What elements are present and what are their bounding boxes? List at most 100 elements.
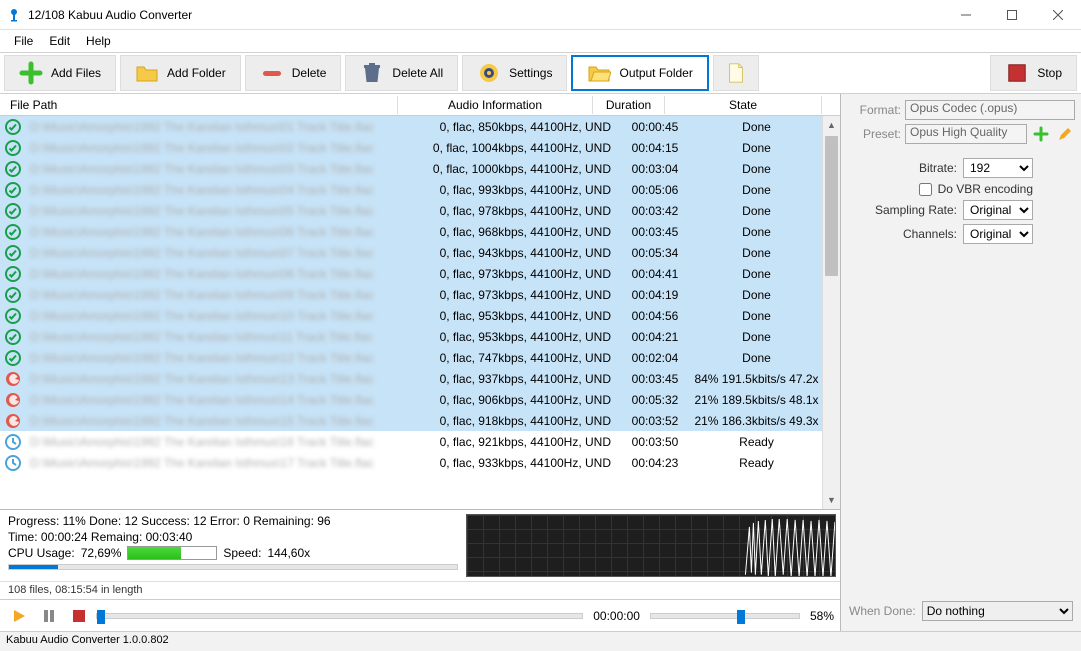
audio-info-cell: 0, flac, 953kbps, 44100Hz, UND [424,309,619,323]
duration-cell: 00:04:19 [619,288,691,302]
menu-file[interactable]: File [8,32,39,50]
close-button[interactable] [1035,0,1081,30]
vbr-checkbox[interactable] [919,183,932,196]
state-cell: Done [691,267,822,281]
file-path-cell: D:\Music\Amorphis\1992 The Karelian Isth… [26,456,424,470]
file-path-cell: D:\Music\Amorphis\1992 The Karelian Isth… [26,162,424,176]
file-list[interactable]: D:\Music\Amorphis\1992 The Karelian Isth… [0,116,840,509]
table-row[interactable]: D:\Music\Amorphis\1992 The Karelian Isth… [0,347,822,368]
col-info-header[interactable]: Audio Information [398,96,593,114]
table-row[interactable]: D:\Music\Amorphis\1992 The Karelian Isth… [0,284,822,305]
table-row[interactable]: D:\Music\Amorphis\1992 The Karelian Isth… [0,410,822,431]
audio-info-cell: 0, flac, 943kbps, 44100Hz, UND [424,246,619,260]
file-path-cell: D:\Music\Amorphis\1992 The Karelian Isth… [26,309,424,323]
file-path-cell: D:\Music\Amorphis\1992 The Karelian Isth… [26,204,424,218]
vertical-scrollbar[interactable]: ▲ ▼ [822,116,840,509]
stop-button[interactable]: Stop [990,55,1077,91]
menu-edit[interactable]: Edit [43,32,76,50]
maximize-button[interactable] [989,0,1035,30]
speed-label: Speed: [223,546,261,560]
state-cell: Done [691,204,822,218]
state-cell: Done [691,351,822,365]
audio-info-cell: 0, flac, 933kbps, 44100Hz, UND [424,456,619,470]
output-folder-button[interactable]: Output Folder [571,55,708,91]
toolbar: Add Files Add Folder Delete Delete All S… [0,52,1081,94]
table-row[interactable]: D:\Music\Amorphis\1992 The Karelian Isth… [0,158,822,179]
playbar: 00:00:00 58% [0,599,840,631]
state-cell: Ready [691,435,822,449]
status-icon [0,329,26,345]
duration-cell: 00:04:41 [619,267,691,281]
window-title: 12/108 Kabuu Audio Converter [28,8,943,22]
audio-info-cell: 0, flac, 850kbps, 44100Hz, UND [424,120,619,134]
scroll-down-icon[interactable]: ▼ [823,491,840,509]
gear-icon [477,61,501,85]
format-select[interactable]: Opus Codec (.opus) [905,100,1075,120]
add-folder-button[interactable]: Add Folder [120,55,241,91]
col-path-header[interactable]: File Path [0,96,398,114]
duration-cell: 00:03:45 [619,225,691,239]
duration-cell: 00:02:04 [619,351,691,365]
cpu-value: 72,69% [81,546,122,560]
time-summary: Time: 00:00:24 Remaing: 00:03:40 [8,530,458,544]
minimize-button[interactable] [943,0,989,30]
whendone-label: When Done: [849,604,916,618]
add-files-button[interactable]: Add Files [4,55,116,91]
preset-label: Preset: [847,127,901,141]
state-cell: Done [691,225,822,239]
audio-info-cell: 0, flac, 973kbps, 44100Hz, UND [424,267,619,281]
audio-info-cell: 0, flac, 993kbps, 44100Hz, UND [424,183,619,197]
table-row[interactable]: D:\Music\Amorphis\1992 The Karelian Isth… [0,305,822,326]
preset-select[interactable]: Opus High Quality [905,124,1027,144]
table-row[interactable]: D:\Music\Amorphis\1992 The Karelian Isth… [0,326,822,347]
settings-button[interactable]: Settings [462,55,567,91]
add-files-label: Add Files [51,66,101,80]
delete-button[interactable]: Delete [245,55,342,91]
document-button[interactable] [713,55,759,91]
table-row[interactable]: D:\Music\Amorphis\1992 The Karelian Isth… [0,137,822,158]
play-button[interactable] [6,604,32,628]
waveform-display [466,514,836,577]
table-row[interactable]: D:\Music\Amorphis\1992 The Karelian Isth… [0,179,822,200]
scroll-thumb[interactable] [825,136,838,276]
menu-help[interactable]: Help [80,32,117,50]
channels-select[interactable]: Original [963,224,1033,244]
duration-cell: 00:05:34 [619,246,691,260]
table-row[interactable]: D:\Music\Amorphis\1992 The Karelian Isth… [0,263,822,284]
audio-info-cell: 0, flac, 747kbps, 44100Hz, UND [424,351,619,365]
delete-all-button[interactable]: Delete All [345,55,458,91]
add-preset-button[interactable] [1031,124,1051,144]
table-row[interactable]: D:\Music\Amorphis\1992 The Karelian Isth… [0,242,822,263]
duration-cell: 00:03:52 [619,414,691,428]
table-row[interactable]: D:\Music\Amorphis\1992 The Karelian Isth… [0,368,822,389]
duration-cell: 00:00:45 [619,120,691,134]
whendone-select[interactable]: Do nothing [922,601,1073,621]
col-state-header[interactable]: State [665,96,822,114]
table-row[interactable]: D:\Music\Amorphis\1992 The Karelian Isth… [0,116,822,137]
col-duration-header[interactable]: Duration [593,96,665,114]
table-row[interactable]: D:\Music\Amorphis\1992 The Karelian Isth… [0,221,822,242]
speed-value: 144,60x [267,546,310,560]
pause-button[interactable] [36,604,62,628]
file-path-cell: D:\Music\Amorphis\1992 The Karelian Isth… [26,393,424,407]
duration-cell: 00:03:04 [619,162,691,176]
status-icon [0,287,26,303]
volume-slider[interactable] [650,613,800,619]
seek-slider[interactable] [96,613,583,619]
format-label: Format: [847,103,901,117]
folder-icon [135,61,159,85]
stop-playback-button[interactable] [66,604,92,628]
scroll-up-icon[interactable]: ▲ [823,116,840,134]
state-cell: Done [691,141,822,155]
table-row[interactable]: D:\Music\Amorphis\1992 The Karelian Isth… [0,452,822,473]
table-row[interactable]: D:\Music\Amorphis\1992 The Karelian Isth… [0,200,822,221]
list-header: File Path Audio Information Duration Sta… [0,94,840,116]
table-row[interactable]: D:\Music\Amorphis\1992 The Karelian Isth… [0,389,822,410]
sampling-select[interactable]: Original [963,200,1033,220]
table-row[interactable]: D:\Music\Amorphis\1992 The Karelian Isth… [0,431,822,452]
overall-progress-bar [8,564,458,570]
edit-preset-button[interactable] [1055,124,1075,144]
bitrate-select[interactable]: 192 [963,158,1033,178]
folder-open-icon [587,61,611,85]
workarea: File Path Audio Information Duration Sta… [0,94,1081,631]
